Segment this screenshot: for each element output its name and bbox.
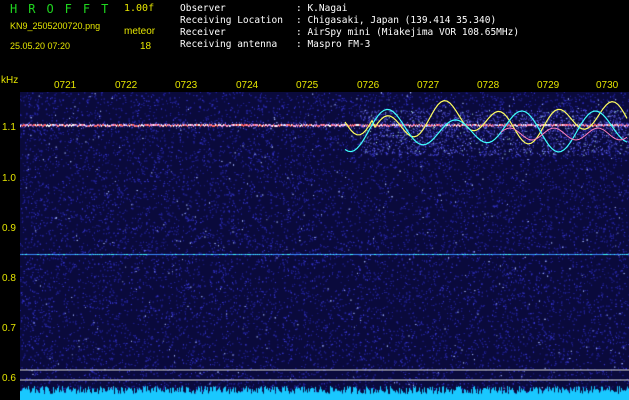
observer-label: Observer	[180, 3, 226, 14]
freq-tick: 1.1	[2, 122, 16, 133]
meteor-trace-yellow	[344, 100, 628, 145]
trace-overlay	[20, 100, 629, 381]
file-name: KN9_2505200720.png	[10, 21, 101, 31]
time-tick: 0723	[175, 80, 198, 91]
time-tick: 0730	[596, 80, 619, 91]
version-label: 1.00f	[124, 3, 155, 14]
date-time: 25.05.20 07:20	[10, 41, 71, 51]
time-tick: 0721	[54, 80, 77, 91]
app-title: HROFFT	[10, 2, 120, 16]
location-value: : Chigasaki, Japan (139.414 35.340)	[296, 15, 497, 26]
antenna-label: Receiving antenna	[180, 39, 278, 50]
mode-label: meteor	[124, 26, 156, 37]
time-tick: 0722	[115, 80, 138, 91]
observer-value: : K.Nagai	[296, 3, 348, 14]
meteor-count: 18	[140, 41, 152, 52]
location-label: Receiving Location	[180, 15, 283, 26]
freq-tick: 0.9	[2, 223, 16, 234]
time-tick: 0724	[236, 80, 259, 91]
time-tick: 0727	[417, 80, 440, 91]
time-tick: 0728	[477, 80, 500, 91]
freq-tick: 0.6	[2, 373, 16, 384]
time-tick: 0725	[296, 80, 319, 91]
time-tick: 0726	[357, 80, 380, 91]
receiver-label: Receiver	[180, 27, 226, 38]
freq-tick: 1.0	[2, 173, 16, 184]
antenna-value: : Maspro FM-3	[296, 39, 371, 50]
freq-tick: 0.7	[2, 323, 16, 334]
freq-tick: 0.8	[2, 273, 16, 284]
time-tick: 0729	[537, 80, 560, 91]
receiver-value: : AirSpy mini (Miakejima VOR 108.65MHz)	[296, 27, 520, 38]
frequency-unit: kHz	[1, 75, 19, 86]
header-panel: HROFFT 1.00f KN9_2505200720.png meteor 2…	[0, 0, 629, 75]
